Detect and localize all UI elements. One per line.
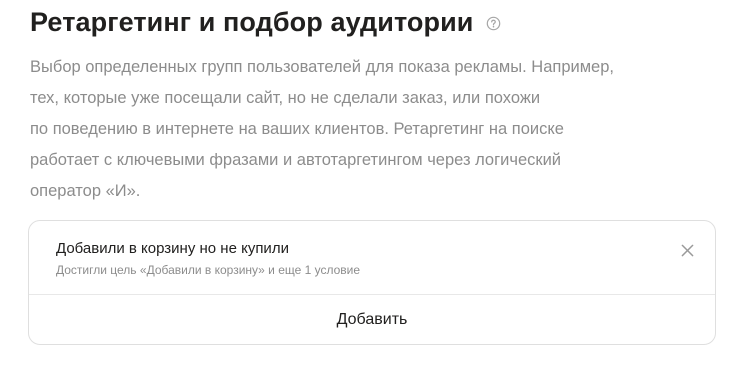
description-line: работает с ключевыми фразами и автотарге… [30,151,562,169]
description-line: по поведению в интернете на ваших клиент… [30,120,564,138]
close-icon [681,244,693,256]
description-line: Выбор определенных групп пользователей д… [30,58,614,76]
description-line: тех, которые уже посещали сайт, но не сд… [30,89,541,107]
description-line: оператор «И». [30,182,141,200]
audience-conditions-card: Добавили в корзину но не купили Достигли… [28,220,716,345]
section-description: Выбор определенных групп пользователей д… [30,52,720,207]
condition-name: Добавили в корзину но не купили [56,240,289,257]
remove-condition-button[interactable] [679,242,695,258]
section-title: Ретаргетинг и подбор аудитории [30,7,474,37]
condition-description: Достигли цель «Добавили в корзину» и еще… [56,263,361,277]
question-circle-icon[interactable] [486,16,501,31]
add-condition-button[interactable]: Добавить [29,295,715,344]
condition-item[interactable]: Добавили в корзину но не купили Достигли… [29,221,715,295]
section-header: Ретаргетинг и подбор аудитории [30,4,501,40]
